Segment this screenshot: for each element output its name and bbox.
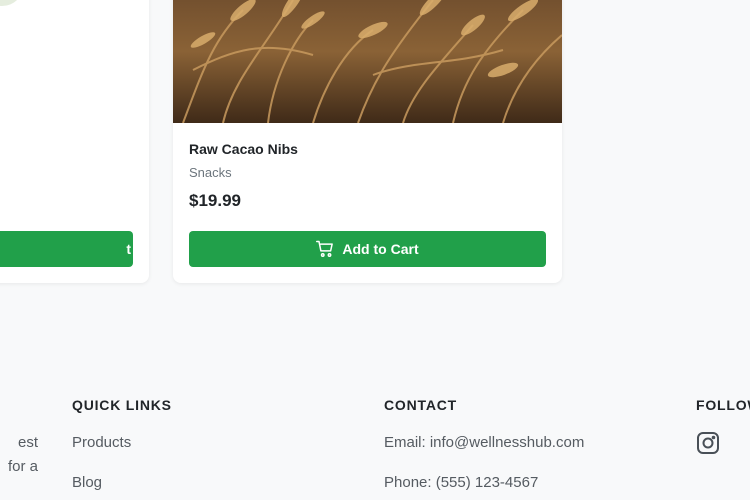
footer-contact: CONTACT Email: info@wellnesshub.com Phon… <box>384 397 584 492</box>
product-info: Raw Cacao Nibs Snacks $19.99 <box>189 123 546 211</box>
product-price: $19.99 <box>189 191 241 210</box>
footer-about-line: for a <box>7 458 38 475</box>
product-card: t <box>0 0 149 283</box>
footer-quick-links: QUICK LINKS Products Blog <box>72 397 172 492</box>
wheat-field-image <box>173 0 562 123</box>
footer-follow: FOLLOW <box>696 397 750 460</box>
contact-email[interactable]: Email: info@wellnesshub.com <box>384 434 584 452</box>
add-to-cart-button[interactable]: t <box>0 231 133 267</box>
product-image-graphic <box>0 0 149 123</box>
product-image[interactable] <box>173 0 562 123</box>
footer-about-line: est <box>17 434 38 451</box>
page: t Raw Cacao Nibs Snacks $19.99 Add to Ca… <box>0 0 750 500</box>
add-to-cart-button[interactable]: Add to Cart <box>189 231 546 267</box>
instagram-icon[interactable] <box>696 431 720 455</box>
add-to-cart-label: Add to Cart <box>342 241 419 257</box>
contact-phone[interactable]: Phone: (555) 123-4567 <box>384 474 584 492</box>
footer-link-products[interactable]: Products <box>72 434 172 452</box>
footer-link-blog[interactable]: Blog <box>72 474 172 492</box>
follow-heading: FOLLOW <box>696 397 750 413</box>
product-category: Snacks <box>189 165 232 180</box>
footer-about: est for a <box>0 431 38 479</box>
quick-links-heading: QUICK LINKS <box>72 397 172 413</box>
product-card: Raw Cacao Nibs Snacks $19.99 Add to Cart <box>173 0 562 283</box>
product-title[interactable]: Raw Cacao Nibs <box>189 141 546 157</box>
product-image[interactable] <box>0 0 149 123</box>
add-to-cart-label: t <box>126 241 131 257</box>
cart-icon <box>316 240 334 258</box>
contact-heading: CONTACT <box>384 397 457 413</box>
